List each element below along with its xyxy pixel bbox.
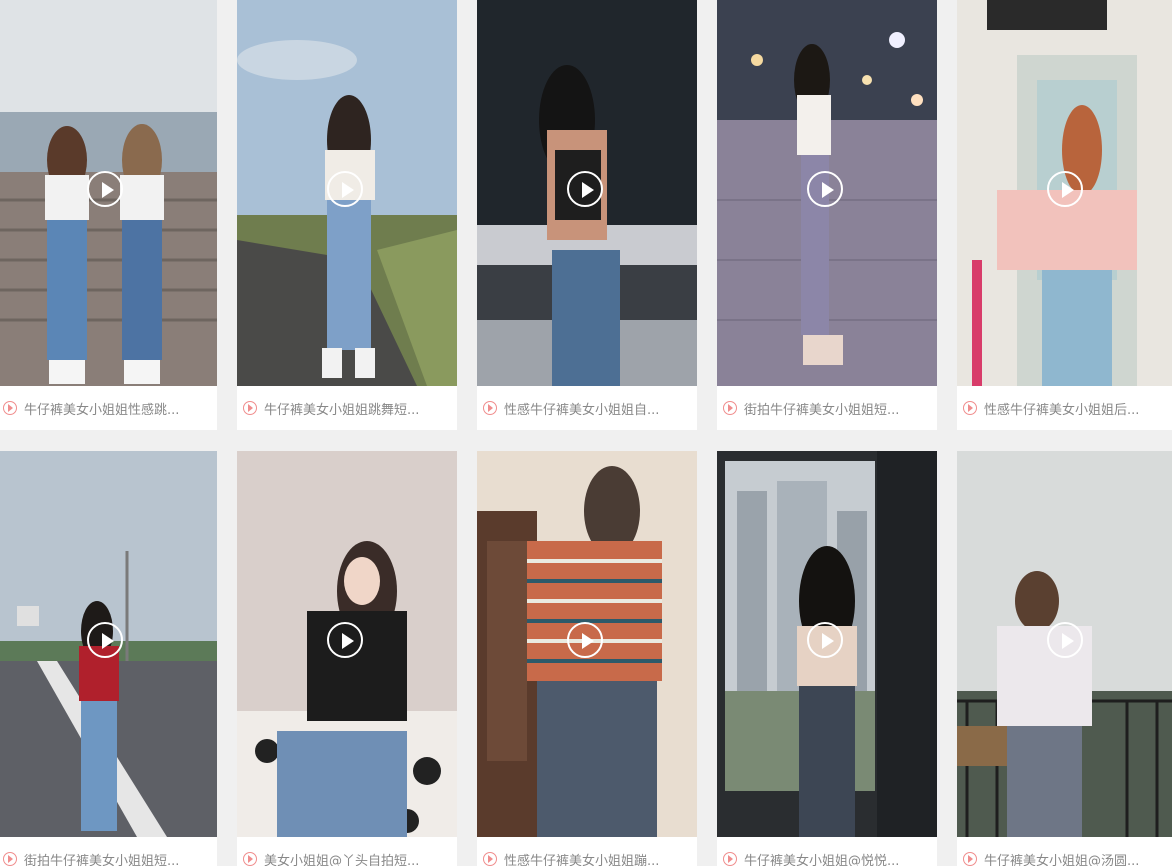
play-circle-icon [243, 401, 257, 415]
video-caption[interactable]: 街拍牛仔裤美女小姐姐短... [717, 386, 937, 430]
video-card[interactable]: 街拍牛仔裤美女小姐姐短... [0, 451, 217, 866]
play-circle-icon [963, 852, 977, 866]
video-thumbnail[interactable] [237, 451, 457, 837]
video-title[interactable]: 街拍牛仔裤美女小姐姐短... [24, 850, 179, 866]
video-title[interactable]: 性感牛仔裤美女小姐姐自... [504, 399, 659, 418]
video-grid: 牛仔裤美女小姐姐性感跳... 牛仔裤美女小姐姐跳舞短... 性感牛仔裤美女小姐姐… [0, 0, 1172, 866]
video-thumbnail[interactable] [717, 0, 937, 386]
video-card[interactable]: 牛仔裤美女小姐姐跳舞短... [237, 0, 457, 430]
play-icon[interactable] [327, 171, 363, 207]
video-caption[interactable]: 街拍牛仔裤美女小姐姐短... [0, 837, 217, 866]
play-circle-icon [3, 401, 17, 415]
video-card[interactable]: 牛仔裤美女小姐姐@汤圆... [957, 451, 1172, 866]
play-icon[interactable] [807, 171, 843, 207]
video-card[interactable]: 牛仔裤美女小姐姐性感跳... [0, 0, 217, 430]
video-card[interactable]: 牛仔裤美女小姐姐@悦悦... [717, 451, 937, 866]
play-circle-icon [243, 852, 257, 866]
video-title[interactable]: 牛仔裤美女小姐姐性感跳... [24, 399, 179, 418]
play-circle-icon [483, 401, 497, 415]
play-icon[interactable] [567, 622, 603, 658]
play-circle-icon [723, 852, 737, 866]
play-icon[interactable] [807, 622, 843, 658]
video-thumbnail[interactable] [0, 451, 217, 837]
video-card[interactable]: 性感牛仔裤美女小姐姐后... [957, 0, 1172, 430]
video-caption[interactable]: 性感牛仔裤美女小姐姐自... [477, 386, 697, 430]
video-thumbnail[interactable] [477, 0, 697, 386]
play-circle-icon [3, 852, 17, 866]
video-caption[interactable]: 美女小姐姐@丫头自拍短... [237, 837, 457, 866]
video-card[interactable]: 性感牛仔裤美女小姐姐自... [477, 0, 697, 430]
video-card[interactable]: 美女小姐姐@丫头自拍短... [237, 451, 457, 866]
play-icon[interactable] [87, 622, 123, 658]
play-circle-icon [723, 401, 737, 415]
video-caption[interactable]: 牛仔裤美女小姐姐@汤圆... [957, 837, 1172, 866]
play-icon[interactable] [1047, 622, 1083, 658]
video-thumbnail[interactable] [717, 451, 937, 837]
video-title[interactable]: 牛仔裤美女小姐姐跳舞短... [264, 399, 419, 418]
video-caption[interactable]: 牛仔裤美女小姐姐性感跳... [0, 386, 217, 430]
play-circle-icon [963, 401, 977, 415]
play-icon[interactable] [87, 171, 123, 207]
video-title[interactable]: 性感牛仔裤美女小姐姐蹦... [504, 850, 659, 866]
play-icon[interactable] [567, 171, 603, 207]
video-caption[interactable]: 牛仔裤美女小姐姐跳舞短... [237, 386, 457, 430]
video-caption[interactable]: 性感牛仔裤美女小姐姐后... [957, 386, 1172, 430]
video-title[interactable]: 性感牛仔裤美女小姐姐后... [984, 399, 1139, 418]
play-icon[interactable] [1047, 171, 1083, 207]
video-thumbnail[interactable] [237, 0, 457, 386]
play-icon[interactable] [327, 622, 363, 658]
video-thumbnail[interactable] [957, 451, 1172, 837]
video-title[interactable]: 美女小姐姐@丫头自拍短... [264, 850, 419, 866]
video-title[interactable]: 牛仔裤美女小姐姐@悦悦... [744, 850, 899, 866]
video-caption[interactable]: 牛仔裤美女小姐姐@悦悦... [717, 837, 937, 866]
video-caption[interactable]: 性感牛仔裤美女小姐姐蹦... [477, 837, 697, 866]
video-thumbnail[interactable] [957, 0, 1172, 386]
video-thumbnail[interactable] [477, 451, 697, 837]
video-card[interactable]: 性感牛仔裤美女小姐姐蹦... [477, 451, 697, 866]
video-title[interactable]: 牛仔裤美女小姐姐@汤圆... [984, 850, 1139, 866]
video-title[interactable]: 街拍牛仔裤美女小姐姐短... [744, 399, 899, 418]
video-thumbnail[interactable] [0, 0, 217, 386]
play-circle-icon [483, 852, 497, 866]
video-card[interactable]: 街拍牛仔裤美女小姐姐短... [717, 0, 937, 430]
